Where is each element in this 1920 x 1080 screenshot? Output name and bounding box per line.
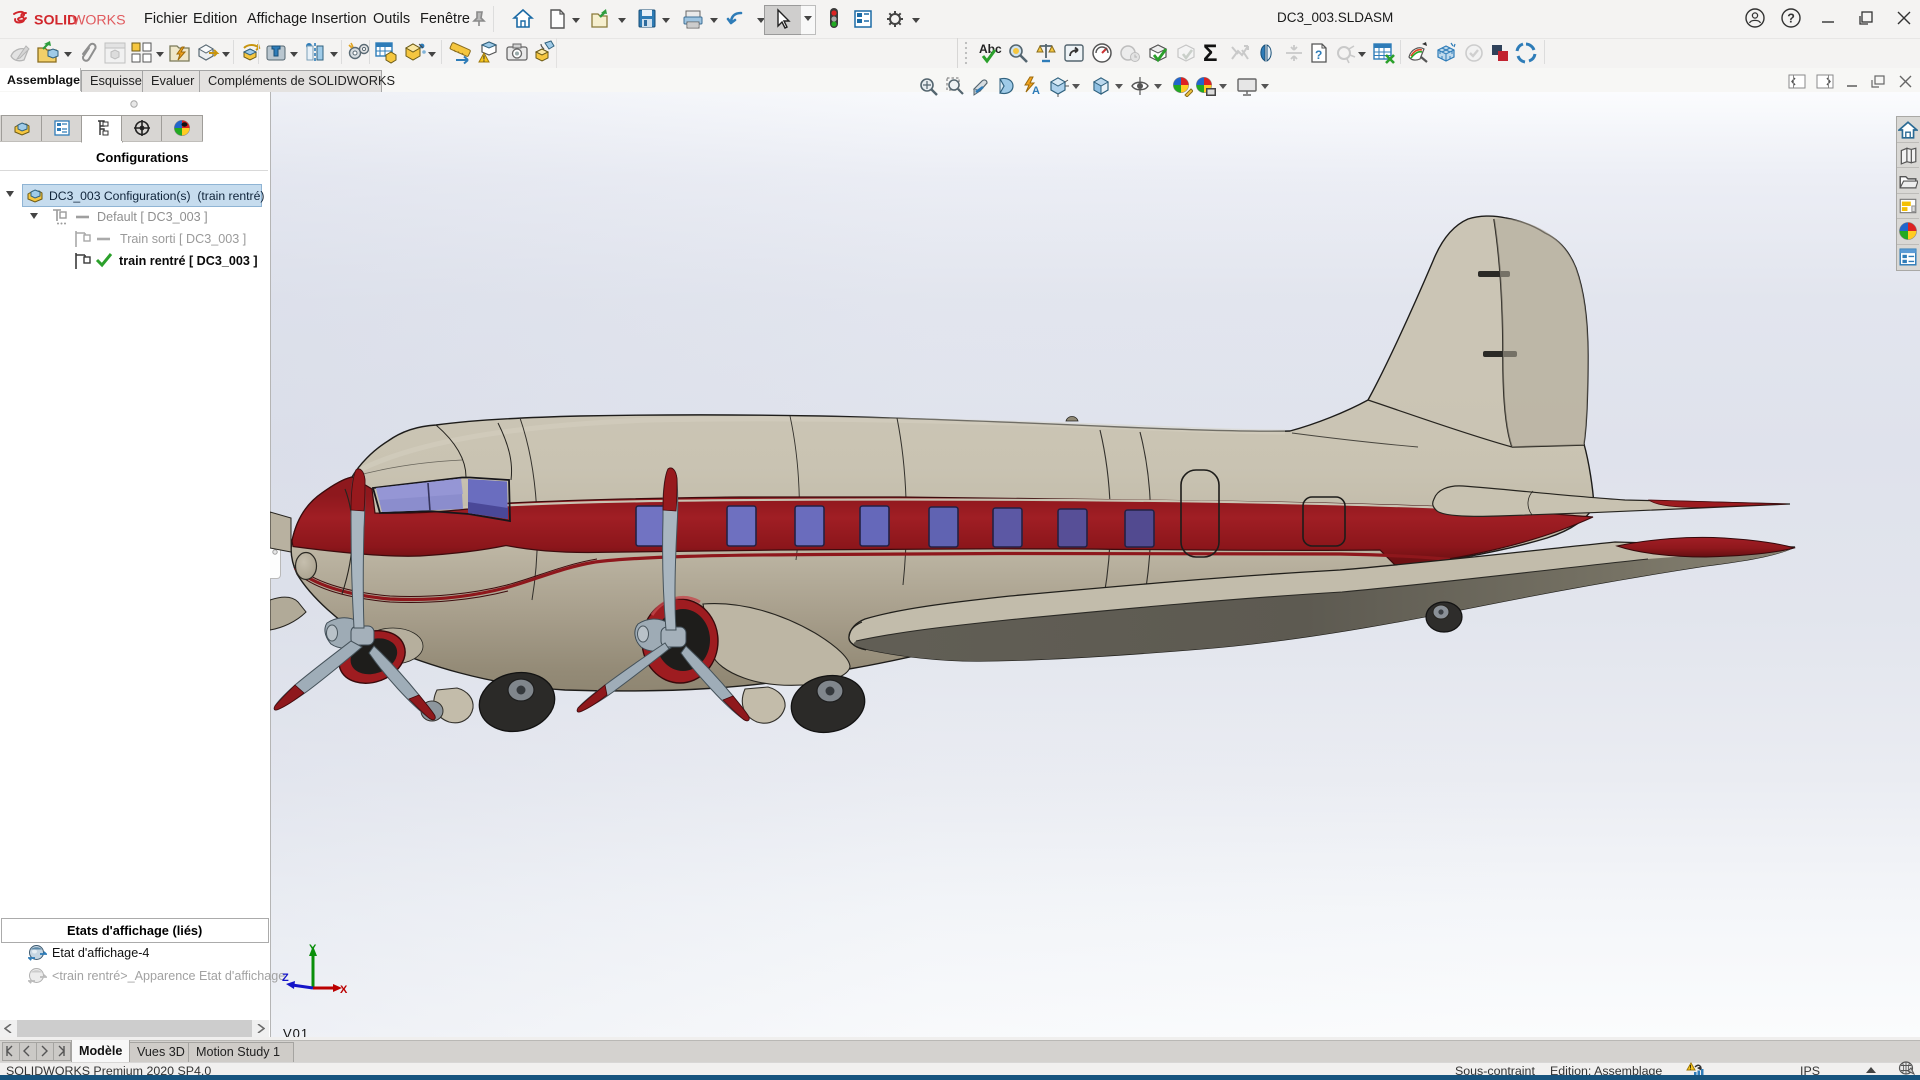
svg-text:X: X bbox=[340, 984, 348, 996]
svg-text:A: A bbox=[1032, 85, 1040, 97]
svg-text:!: ! bbox=[1689, 1066, 1691, 1072]
svg-text:SOLID: SOLID bbox=[34, 13, 77, 29]
svg-text:WORKS: WORKS bbox=[72, 13, 126, 29]
svg-text:?: ? bbox=[1787, 12, 1795, 26]
svg-text:Y: Y bbox=[309, 943, 317, 955]
svg-text:!: ! bbox=[483, 55, 486, 64]
svg-text:Z: Z bbox=[282, 972, 289, 984]
svg-text:Σ: Σ bbox=[1203, 40, 1217, 67]
svg-text:?: ? bbox=[1315, 48, 1322, 62]
